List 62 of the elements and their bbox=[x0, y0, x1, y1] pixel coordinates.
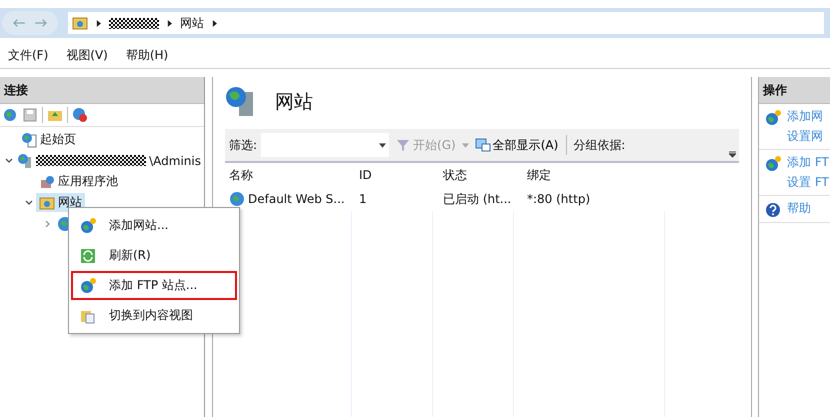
action-link[interactable]: 添加 FT bbox=[787, 154, 829, 171]
action-link[interactable]: 帮助 bbox=[787, 200, 811, 217]
table-cell-text: 已启动 (ht... bbox=[442, 190, 512, 208]
refresh-icon bbox=[80, 248, 96, 264]
collapse-chevron-icon[interactable] bbox=[5, 158, 14, 164]
menu-item[interactable]: 文件(F) bbox=[8, 46, 48, 64]
breadcrumb-arrow-icon bbox=[212, 20, 217, 26]
expand-chevron-icon[interactable] bbox=[43, 220, 51, 226]
globe-page-icon bbox=[21, 132, 37, 148]
tree-item[interactable]: \Adminis bbox=[14, 152, 204, 170]
globe-add-icon bbox=[80, 278, 96, 294]
action-link[interactable]: 设置 FT bbox=[787, 174, 829, 191]
globe-icon bbox=[229, 191, 245, 207]
globe-add-icon bbox=[765, 110, 781, 126]
breadcrumb[interactable]: 网站 bbox=[180, 14, 204, 32]
back-arrow-icon[interactable] bbox=[12, 18, 26, 28]
tree-item[interactable]: 起始页 bbox=[18, 130, 79, 149]
dropdown-arrow-icon[interactable] bbox=[462, 142, 469, 148]
app-pool-icon bbox=[39, 174, 55, 190]
group-by-label[interactable]: 分组依据: bbox=[573, 136, 626, 154]
dropdown-arrow-icon bbox=[379, 142, 386, 148]
filter-field[interactable] bbox=[261, 133, 390, 157]
menu-item[interactable]: 切换到内容视图 bbox=[71, 301, 237, 330]
globe-server-icon bbox=[17, 152, 34, 168]
tree-item[interactable]: 应用程序池 bbox=[36, 172, 121, 191]
filter-label: 筛选: bbox=[229, 136, 258, 154]
globe-disconnect-icon[interactable] bbox=[72, 107, 88, 123]
show-all-button[interactable]: 全部显示(A) bbox=[472, 136, 560, 154]
menu-item[interactable]: 刷新(R) bbox=[71, 241, 237, 270]
page-title: 网站 bbox=[275, 90, 313, 115]
funnel-icon bbox=[395, 137, 412, 153]
globe-add-icon bbox=[765, 156, 781, 172]
tree-item[interactable]: 网站 bbox=[36, 193, 85, 212]
save-icon[interactable] bbox=[22, 107, 38, 123]
column-header[interactable]: 名称 bbox=[225, 166, 355, 184]
column-header[interactable]: 绑定 bbox=[523, 166, 677, 184]
help-icon bbox=[765, 202, 781, 218]
column-header[interactable]: 状态 bbox=[439, 166, 523, 184]
action-link[interactable]: 添加网 bbox=[787, 108, 823, 125]
column-header[interactable]: ID bbox=[355, 168, 439, 182]
menu-item[interactable]: 添加网站... bbox=[71, 211, 237, 240]
menu-item[interactable]: 帮助(H) bbox=[126, 46, 168, 64]
folder-icon bbox=[39, 194, 55, 210]
forward-arrow-icon[interactable] bbox=[34, 18, 48, 28]
table-cell-text: *:80 (http) bbox=[526, 192, 592, 206]
windows-icon bbox=[474, 137, 491, 153]
globe-icon[interactable] bbox=[2, 107, 18, 123]
panel-title: 操作 bbox=[763, 82, 787, 98]
globe-add-icon bbox=[80, 218, 96, 234]
folder-icon bbox=[72, 15, 88, 31]
table-cell-text: 1 bbox=[358, 192, 368, 206]
action-link[interactable]: 设置网 bbox=[787, 128, 823, 145]
menu-item[interactable]: 添加 FTP 站点... bbox=[71, 271, 237, 300]
redacted-mark bbox=[109, 18, 159, 28]
breadcrumb-arrow-icon bbox=[167, 20, 172, 26]
collapse-chevron-icon[interactable] bbox=[25, 200, 33, 206]
panel-title: 连接 bbox=[4, 82, 28, 98]
menu-item[interactable]: 视图(V) bbox=[66, 46, 108, 64]
overflow-icon[interactable] bbox=[729, 151, 736, 158]
address-field[interactable]: 网站 bbox=[68, 12, 824, 34]
table-cell[interactable]: Default Web S... bbox=[248, 192, 345, 206]
breadcrumb-arrow-icon bbox=[96, 20, 101, 26]
